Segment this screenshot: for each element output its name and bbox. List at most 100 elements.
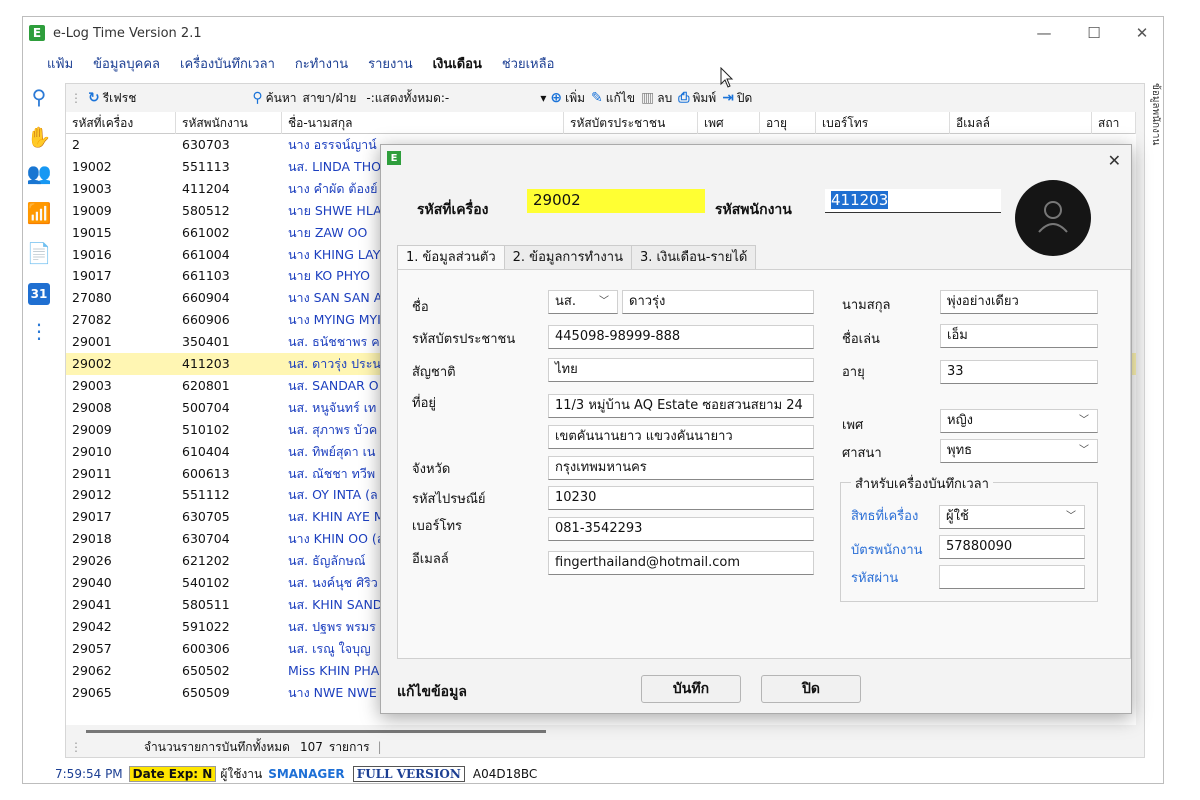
table-cell: นส. ดาวรุ่ง ประน [288,356,381,371]
col-age[interactable]: อายุ [760,112,816,134]
dialog-cancel-button[interactable]: ปิด [761,675,861,703]
chevron-down-icon: ﹀ [1079,445,1089,456]
exit-button[interactable]: ⇥ ปิด [722,89,752,108]
table-cell: 510102 [182,421,230,437]
grid-footer: ⋮ จำนวนรายการบันทึกทั้งหมด 107 รายการ | [66,736,1144,758]
table-cell: 19003 [72,180,112,196]
table-cell: 660904 [182,290,230,306]
avatar[interactable] [1015,180,1091,256]
religion-select[interactable]: พุทธ ﹀ [940,439,1098,463]
user-silhouette-icon [1038,201,1068,233]
settings-sliders-icon[interactable]: ⋮ [26,319,52,343]
side-toolbar: ⚲ ✋ 👥 📶 📄 31 ⋮ [23,77,57,347]
col-emp-id[interactable]: รหัสพนักงาน [176,112,282,134]
age-field[interactable]: 33 [940,360,1098,384]
col-id-card[interactable]: รหัสบัตรประชาชน [564,112,698,134]
password-field[interactable] [939,565,1085,589]
col-email[interactable]: อีเมลล์ [950,112,1092,134]
table-cell: 29008 [72,399,112,415]
calendar-icon[interactable]: 31 [28,283,50,305]
print-button[interactable]: ⎙ พิมพ์ [678,89,716,108]
table-cell: 621202 [182,553,230,569]
branch-select[interactable]: -:แสดงทั้งหมด:- ▾ [362,88,550,108]
table-cell: นาง อรรจน์ญาน์ [288,137,377,152]
table-cell: 29010 [72,443,112,459]
table-cell: 630704 [182,531,230,547]
maximize-button[interactable]: ☐ [1079,21,1109,45]
tab-personal[interactable]: 1. ข้อมูลส่วนตัว [397,245,505,269]
dialog-close-icon[interactable]: ✕ [1108,151,1121,170]
edit-button[interactable]: ✎ แก้ไข [591,89,635,108]
emp-card-field[interactable]: 57880090 [939,535,1085,559]
prefix-select[interactable]: นส. ﹀ [548,290,618,314]
menu-report[interactable]: รายงาน [368,53,412,74]
table-cell: 19015 [72,224,112,240]
menu-file[interactable]: แฟ้ม [47,53,73,74]
status-date-exp: Date Exp: N [128,766,217,782]
plug-icon[interactable]: ⚲ [26,85,52,109]
nickname-field[interactable]: เอ็ม [940,324,1098,348]
dialog-tabs: 1. ข้อมูลส่วนตัว 2. ข้อมูลการทำงาน 3. เง… [397,245,757,269]
table-cell: 19002 [72,158,112,174]
menu-salary[interactable]: เงินเดือน [433,53,482,74]
refresh-button[interactable]: ↻ รีเฟรช [88,89,136,108]
employee-info-vertical-tab[interactable]: ข้อมูลพนักงาน [1147,83,1163,163]
password-label: รหัสผ่าน [851,571,899,586]
menu-help[interactable]: ช่วยเหลือ [502,53,555,74]
table-cell: 660906 [182,312,230,328]
table-cell: 27082 [72,312,112,328]
table-cell: 540102 [182,575,230,590]
title-bar: E e-Log Time Version 2.1 — ☐ ✕ [23,17,1163,49]
tab-work[interactable]: 2. ข้อมูลการทำงาน [503,245,632,269]
table-cell: นส. LINDA THO [288,158,381,174]
nationality-field[interactable]: ไทย [548,358,814,382]
phone-field[interactable]: 081-3542293 [548,517,814,541]
machine-id-field[interactable]: 29002 [527,189,705,213]
address-line1-field[interactable]: 11/3 หมู่บ้าน AQ Estate ซอยสวนสยาม 24 [548,394,814,418]
grid-toolbar: ⋮ ↻ รีเฟรช ⚲ ค้นหา สาขา/ฝ่าย -:แสดงทั้งหมด… [70,88,753,108]
col-gender[interactable]: เพศ [698,112,760,134]
device-rights-select[interactable]: ผู้ใช้ ﹀ [939,505,1085,529]
exit-icon: ⇥ [722,90,734,106]
close-window-button[interactable]: ✕ [1127,21,1157,45]
table-cell: 29065 [72,684,112,700]
minimize-button[interactable]: — [1029,21,1059,45]
province-field[interactable]: กรุงเทพมหานคร [548,456,814,480]
delete-button[interactable]: ▥ ลบ [641,89,672,108]
emp-id-field[interactable]: 411203 [825,189,1001,213]
col-machine-id[interactable]: รหัสที่เครื่อง [66,112,176,134]
add-button[interactable]: ⊕ เพิ่ม [550,89,585,108]
chevron-down-icon: ﹀ [1079,415,1089,426]
menu-time-recorder[interactable]: เครื่องบันทึกเวลา [180,53,275,74]
table-cell: 29057 [72,640,112,656]
search-button[interactable]: ⚲ ค้นหา [252,89,296,108]
document-icon[interactable]: 📄 [26,241,52,265]
gender-select[interactable]: หญิง ﹀ [940,409,1098,433]
col-phone[interactable]: เบอร์โทร [816,112,950,134]
horizontal-scrollbar[interactable] [86,730,546,733]
edit-icon: ✎ [591,90,603,106]
table-cell: 551112 [182,487,230,503]
menu-shift[interactable]: กะทำงาน [295,53,348,74]
first-name-field[interactable]: ดาวรุ่ง [622,290,814,314]
table-cell: นส. ทิพย์สุดา เน [288,443,376,459]
handshake-icon[interactable]: ✋ [26,125,52,149]
id-card-field[interactable]: 445098-98999-888 [548,325,814,349]
device-group-title: สำหรับเครื่องบันทึกเวลา [851,473,993,494]
tab-salary[interactable]: 3. เงินเดือน-รายได้ [630,245,757,269]
nickname-label: ชื่อเล่น [842,332,880,347]
table-cell: นาย ZAW OO [288,224,368,240]
postcode-field[interactable]: 10230 [548,486,814,510]
surname-field[interactable]: พุ่งอย่างเดียว [940,290,1098,314]
address-line2-field[interactable]: เขตคันนานยาว แขวงคันนายาว [548,425,814,449]
table-cell: 29003 [72,377,112,393]
col-name[interactable]: ชื่อ-นามสกุล [282,112,564,134]
table-cell: 29040 [72,575,112,590]
chart-icon[interactable]: 📶 [26,201,52,225]
save-button[interactable]: บันทึก [641,675,741,703]
users-icon[interactable]: 👥 [26,161,52,185]
menu-personal[interactable]: ข้อมูลบุคคล [93,53,160,74]
col-status[interactable]: สถา [1092,112,1136,134]
email-field[interactable]: fingerthailand@hotmail.com [548,551,814,575]
table-cell: 661002 [182,224,230,240]
